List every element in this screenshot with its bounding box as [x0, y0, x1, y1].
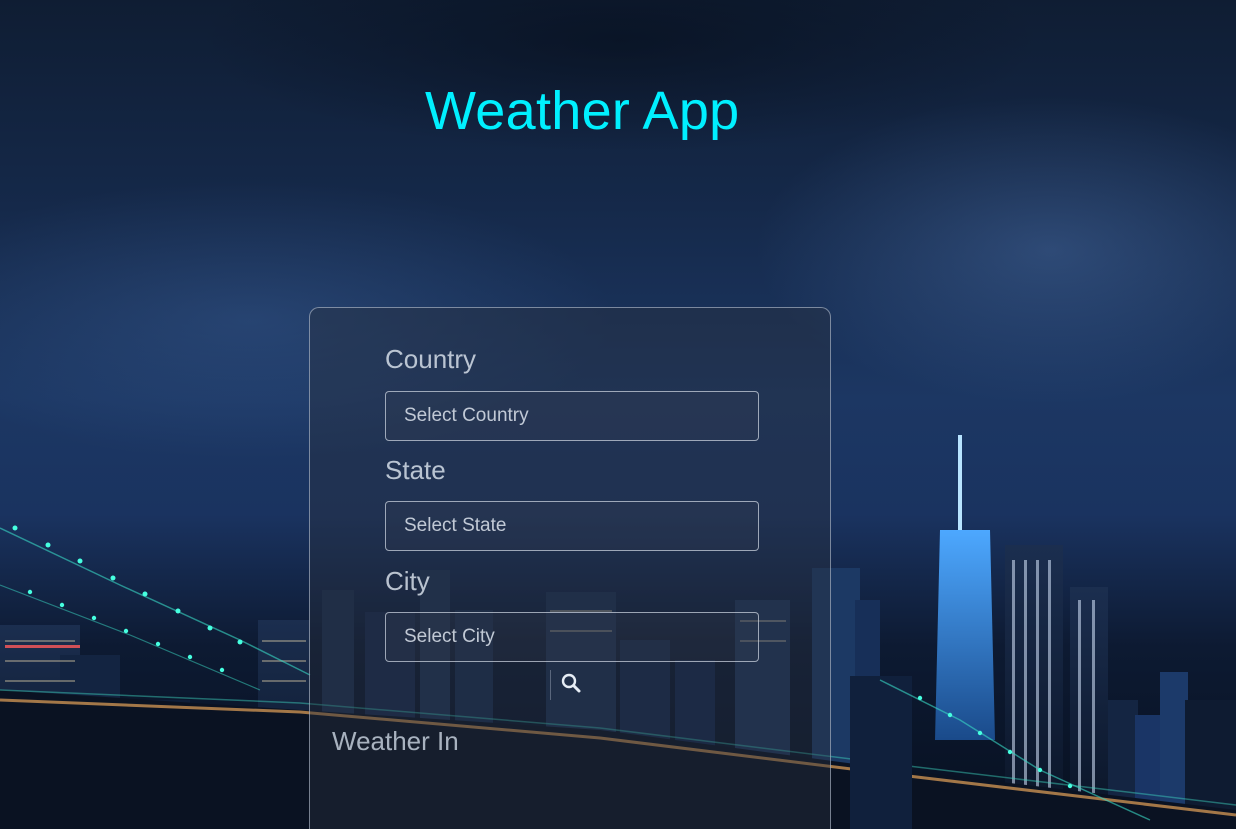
- city-select[interactable]: Select City: [385, 612, 759, 662]
- search-icon: [560, 672, 582, 699]
- state-select[interactable]: Select State: [385, 501, 759, 551]
- weather-result-heading: Weather In: [332, 726, 459, 756]
- location-form-panel: Country Select Country State Select Stat…: [309, 307, 831, 829]
- state-label: State: [385, 455, 446, 485]
- city-label: City: [385, 566, 430, 596]
- page-title: Weather App: [425, 81, 740, 141]
- country-select[interactable]: Select Country: [385, 391, 759, 441]
- search-button[interactable]: [550, 670, 591, 700]
- country-label: Country: [385, 344, 477, 374]
- app-page: Weather App Country Select Country State…: [0, 0, 1236, 829]
